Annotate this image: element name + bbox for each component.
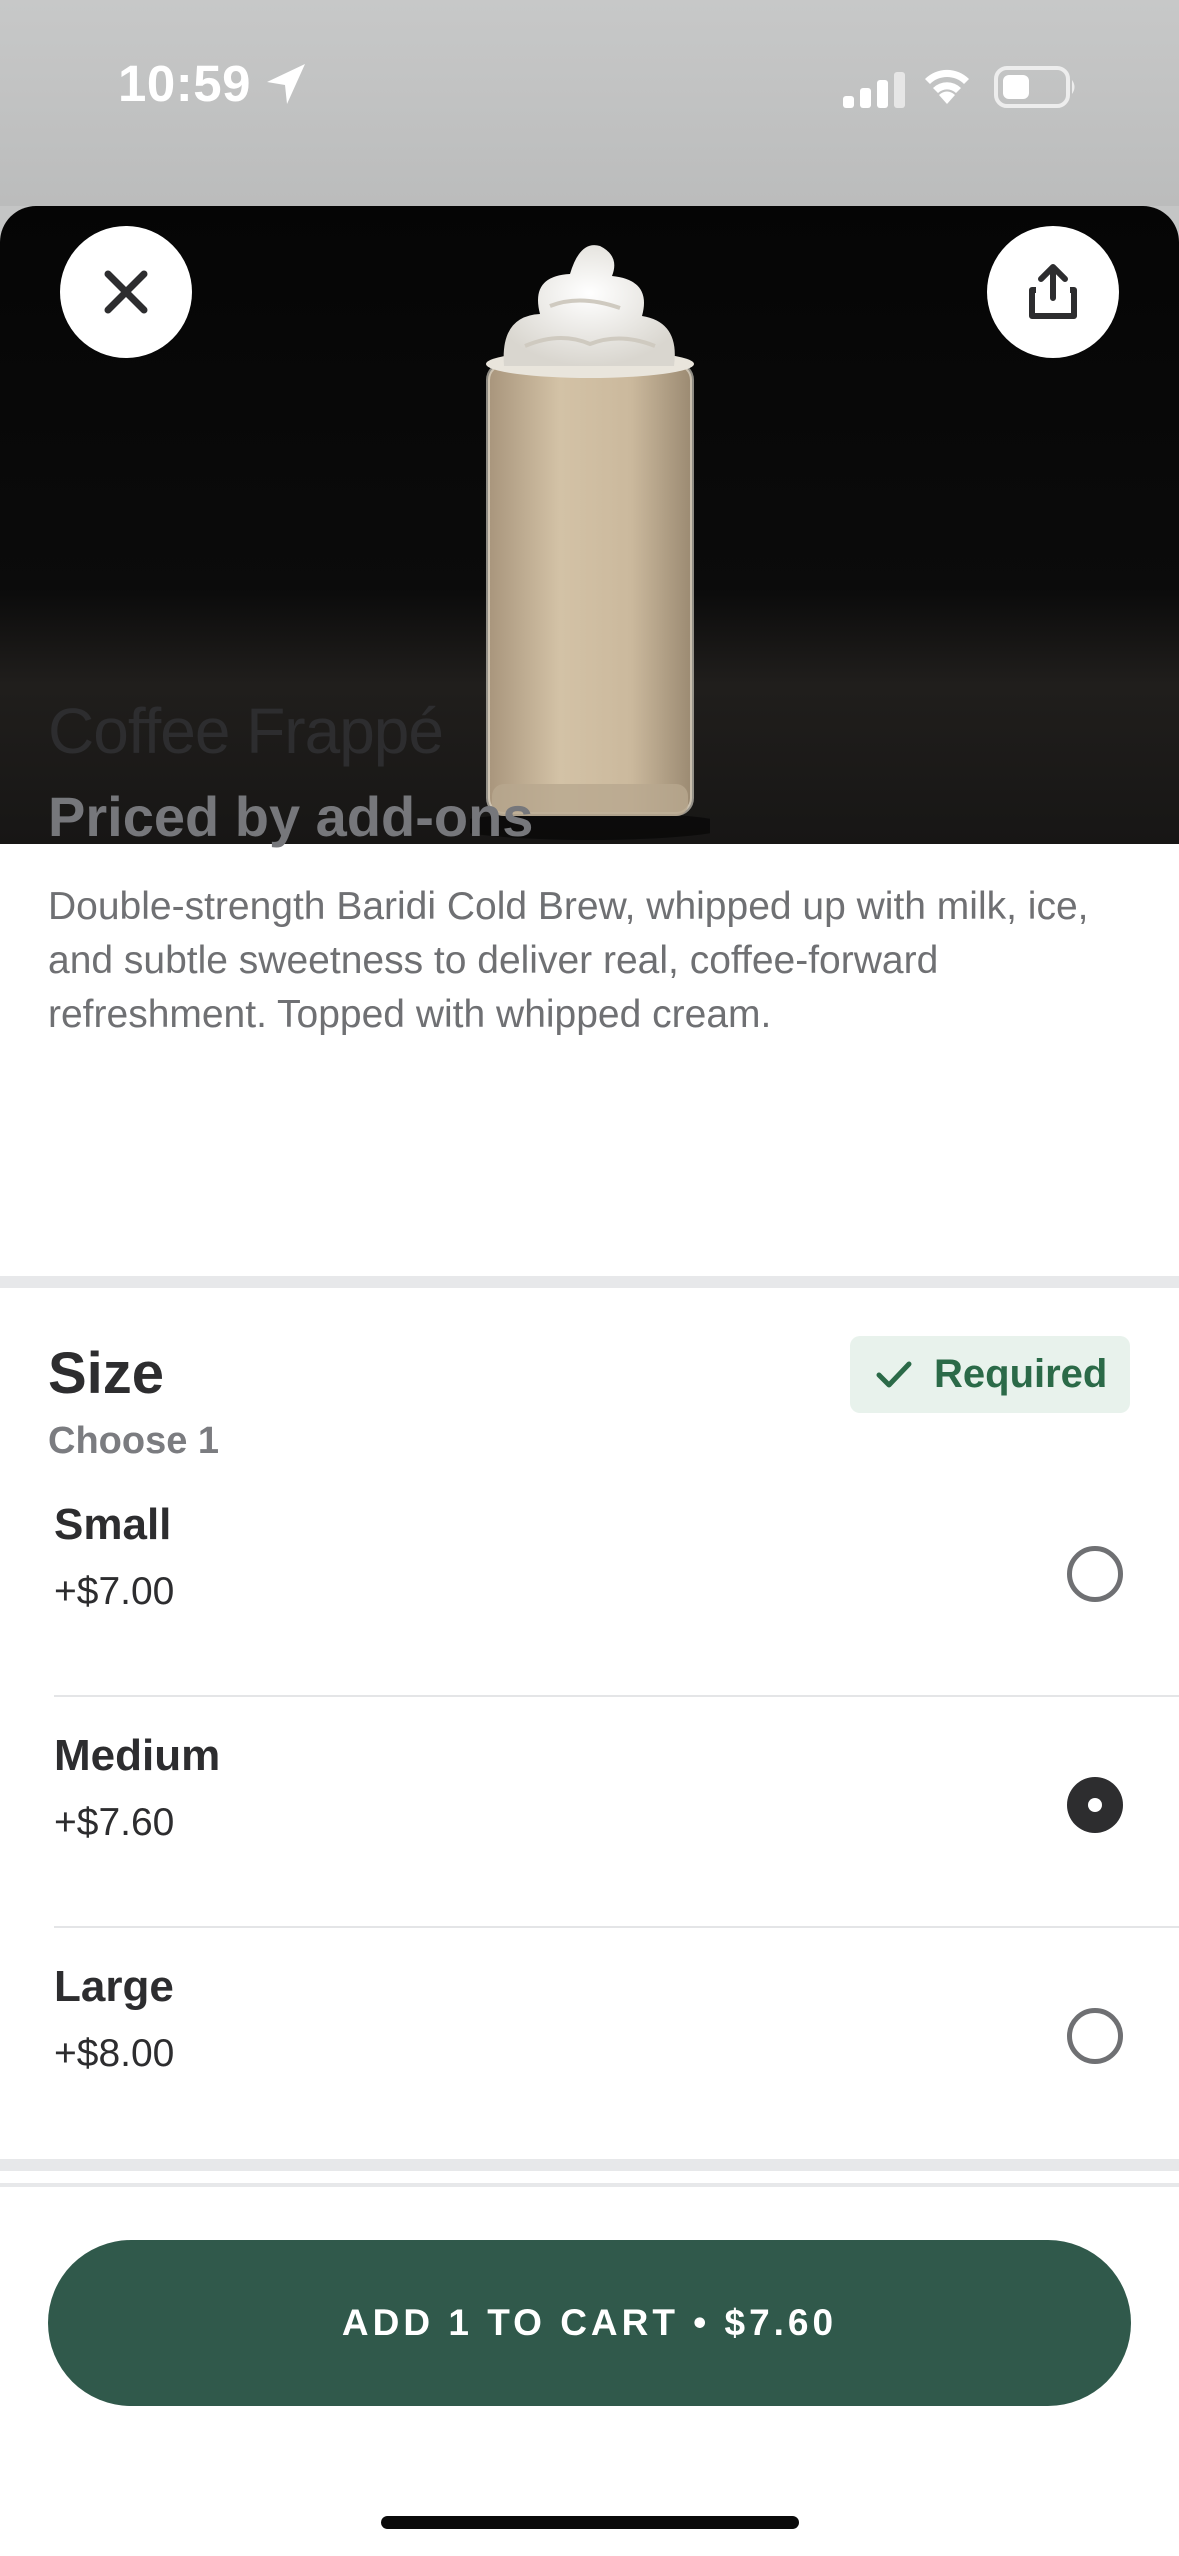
size-option-small[interactable]: Small +$7.00 [54,1466,1179,1697]
signal-icon [843,72,905,113]
check-icon [876,1361,912,1387]
size-section-title: Size [48,1341,165,1406]
product-title: Coffee Frappé [48,695,444,767]
close-icon [104,270,148,314]
wifi-icon [921,62,973,111]
status-bar: 10:59 [0,0,1179,206]
option-name: Large [54,1962,174,2011]
close-button[interactable] [60,226,192,358]
section-divider [0,1276,1179,1288]
radio-button[interactable] [1067,2008,1123,2064]
share-icon [1029,264,1077,319]
battery-icon [994,66,1078,113]
option-price: +$8.00 [54,2032,175,2075]
required-badge-label: Required [934,1352,1108,1396]
frappe-glass-image [470,245,710,840]
add-to-cart-button[interactable]: ADD 1 TO CART • $7.60 [48,2240,1131,2406]
share-button[interactable] [987,226,1119,358]
section-divider [0,2159,1179,2171]
size-option-medium[interactable]: Medium +$7.60 [54,1697,1179,1928]
option-name: Small [54,1500,172,1549]
size-section-subtitle: Choose 1 [48,1420,220,1462]
footer-divider [0,2183,1179,2187]
product-price-subtitle: Priced by add-ons [48,785,534,848]
status-time: 10:59 [118,55,251,112]
option-name: Medium [54,1731,221,1780]
required-badge: Required [850,1336,1130,1413]
radio-button-selected[interactable] [1067,1777,1123,1833]
product-description: Double-strength Baridi Cold Brew, whippe… [48,885,1089,1036]
option-price: +$7.00 [54,1570,175,1613]
home-indicator [381,2516,799,2529]
size-option-large[interactable]: Large +$8.00 [54,1928,1179,2159]
location-arrow-icon [265,62,307,111]
radio-button[interactable] [1067,1546,1123,1602]
option-price: +$7.60 [54,1801,175,1844]
